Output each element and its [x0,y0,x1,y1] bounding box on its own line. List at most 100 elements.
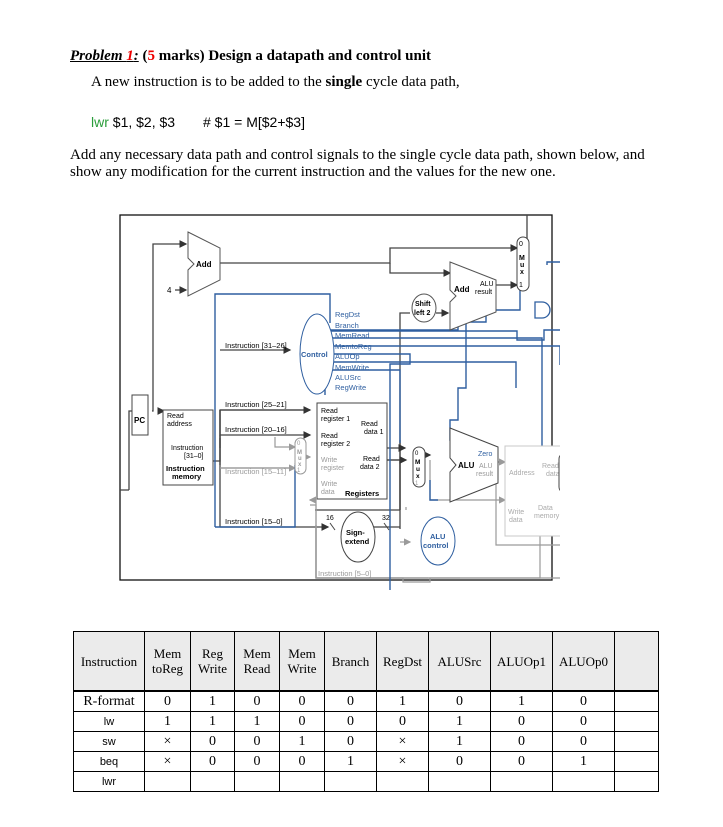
cell-value: 0 [428,751,491,772]
alu-control: ALU control [420,516,456,566]
control-table: Instruction Mem toReg Reg Write Mem Read Me… [73,631,659,792]
memtoreg-mux [558,454,560,492]
svg-text:ALUOp: ALUOp [335,352,360,361]
cell-value[interactable] [614,771,659,792]
cell-value: × [144,731,191,752]
shift-left-2: Shift left 2 [411,293,437,323]
svg-text:control: control [423,541,448,550]
svg-text:Instruction [15–11]: Instruction [15–11] [225,467,286,476]
svg-text:0: 0 [519,241,523,248]
svg-text:MemtoReg: MemtoReg [335,342,372,351]
table-row: lwr [73,771,659,792]
cell-value: 0 [234,751,280,772]
svg-text:register: register [321,465,345,472]
instruction-memory: Read address Instruction [31–0] Instruct… [162,409,214,486]
svg-text:Read: Read [363,456,380,463]
cell-value[interactable] [234,771,280,792]
and-gate [534,301,551,319]
svg-text:Data: Data [538,505,553,512]
svg-text:32: 32 [382,515,390,522]
header-regdst: RegDst [376,631,429,692]
header-memtoreg: Mem toReg [144,631,191,692]
cell-value: 0 [279,751,325,772]
header-alusrc: ALUSrc [428,631,491,692]
cell-value [614,751,659,772]
svg-text:Instruction [15–0]: Instruction [15–0] [225,517,283,526]
cell-value[interactable] [428,771,491,792]
svg-text:M: M [415,459,420,466]
cell-value [614,690,659,712]
cell-value[interactable] [144,771,191,792]
cell-value: 1 [376,690,429,712]
svg-text:Instruction: Instruction [171,445,203,452]
svg-text:Instruction [25–21]: Instruction [25–21] [225,400,287,409]
svg-text:x: x [416,473,420,480]
alu: ALU Zero ALU result [449,427,499,503]
svg-text:MemRead: MemRead [335,331,370,340]
problem-label: Problem 1: [70,48,139,64]
svg-text:Branch: Branch [335,321,359,330]
svg-text:u: u [520,262,524,269]
cell-value [614,731,659,752]
cell-value: × [144,751,191,772]
svg-text:Zero: Zero [478,451,493,458]
svg-text:x: x [520,269,524,276]
svg-text:Control: Control [301,350,328,359]
cell-value: 1 [234,711,280,732]
table-row: sw × 0 0 1 0 × 1 0 0 [73,731,659,752]
register-file: Read register 1 Read register 2 Write re… [316,402,388,500]
cell-instruction: lwr [73,771,145,792]
alusrc-mux: 0 M u x 1 [412,446,426,488]
cell-value: 0 [324,711,377,732]
svg-text:Instruction [20–16]: Instruction [20–16] [225,425,287,434]
svg-text:Instruction [5–0]: Instruction [5–0] [318,569,371,578]
cell-value[interactable] [190,771,235,792]
svg-text:Read: Read [361,421,378,428]
header-branch: Branch [324,631,377,692]
svg-text:data 1: data 1 [364,429,384,436]
svg-text:Write: Write [508,509,524,516]
cell-value: 0 [324,731,377,752]
cell-value: 1 [190,711,235,732]
svg-text:ALU: ALU [479,463,493,470]
table-header-row: Instruction Mem toReg Reg Write Mem Read Me… [73,631,659,692]
cell-value: 0 [190,731,235,752]
svg-text:register 1: register 1 [321,416,350,423]
regdst-mux: 0 M u x 1 [294,437,307,475]
svg-text:M: M [519,255,525,262]
cell-value: 0 [144,690,191,712]
instruction-comment: # $1 = M[$2+$3] [203,114,305,130]
svg-text:data: data [509,517,523,524]
cell-value: 0 [279,711,325,732]
svg-text:[31–0]: [31–0] [184,453,204,460]
diagram-frame [119,214,553,581]
cell-value: 1 [428,731,491,752]
problem-title: Problem 1: (5 marks) Design a datapath a… [70,48,432,64]
cell-value[interactable] [552,771,615,792]
cell-value: 1 [144,711,191,732]
header-extra [614,631,659,692]
cell-value: 1 [552,751,615,772]
cell-value[interactable] [279,771,325,792]
svg-text:1: 1 [519,282,523,289]
cell-value: 0 [552,711,615,732]
svg-text:result: result [476,471,493,478]
cell-value: 0 [234,731,280,752]
cell-value: 0 [552,690,615,712]
cell-value[interactable] [324,771,377,792]
cell-value[interactable] [376,771,429,792]
datapath-diagram: Add 4 Add ALU result Shift left 2 0 M u … [119,214,560,590]
svg-text:Read: Read [321,433,338,440]
cell-value[interactable] [490,771,553,792]
svg-text:Sign-: Sign- [346,528,365,537]
control-unit: Control [299,313,335,395]
svg-text:Add: Add [196,260,212,269]
header-aluop0: ALUOp0 [552,631,615,692]
svg-text:left 2: left 2 [414,310,430,317]
svg-text:ALU: ALU [458,461,475,470]
branch-adder: Add ALU result [449,261,497,331]
svg-text:MemWrite: MemWrite [335,363,369,372]
svg-text:RegDst: RegDst [335,310,361,319]
task-text: Add any necessary data path and control … [70,147,645,180]
pc-register: PC [131,394,149,436]
